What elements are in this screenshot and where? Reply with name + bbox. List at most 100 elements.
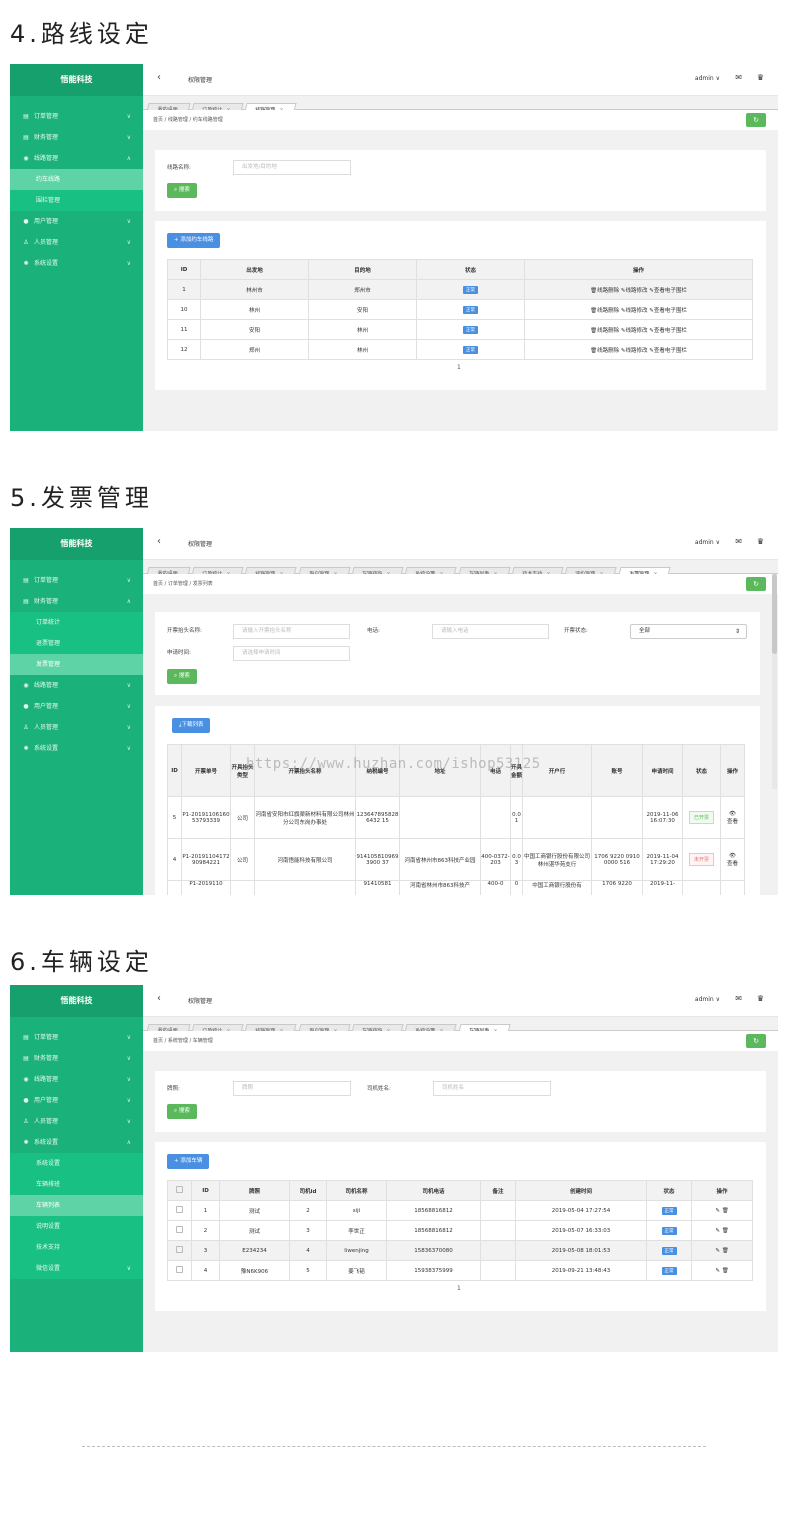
sidebar-item-invoices[interactable]: 发票管理 — [10, 654, 143, 675]
table-row[interactable]: 4 豫N6K906 5 姜飞韬 15938375999 2019-09-21 13:48:… — [167, 1260, 753, 1281]
table-row[interactable]: 11 安阳 林州 正常 🗑线路删除 ✎线路修改 ✎查看电子围栏 — [167, 319, 753, 340]
sidebar-item-staff[interactable]: ♙ 人员管理 ∨ — [10, 232, 143, 253]
sidebar-item-routes[interactable]: ◉ 线路管理 ∨ — [10, 675, 143, 696]
trash-icon[interactable]: 🗑 — [722, 1248, 729, 1254]
driver-name-input[interactable]: 司机姓名 — [433, 1081, 551, 1096]
sidebar-item-staff[interactable]: ♙ 人员管理 ∨ — [10, 717, 143, 738]
scrollbar-thumb[interactable] — [772, 574, 777, 654]
edit-icon[interactable]: ✎ — [715, 1268, 720, 1274]
pagination-page[interactable]: 1 — [457, 364, 461, 371]
sidebar-item-system-settings[interactable]: 系统设置 — [10, 1153, 143, 1174]
table-row[interactable]: 12 郑州 林州 正常 🗑线路删除 ✎线路修改 ✎查看电子围栏 — [167, 339, 753, 360]
table-row[interactable]: P1-2019110 91410581 河南省林州市863科技产 400-0 0 中国工商… — [167, 880, 745, 895]
sidebar-item-support[interactable]: 技术支持 — [10, 1237, 143, 1258]
apply-time-input[interactable]: 请选择申请时间 — [233, 646, 350, 661]
sidebar-item-finance[interactable]: ▤ 财务管理 ∧ — [10, 591, 143, 612]
sidebar-item-fence[interactable]: 围栏管理 — [10, 190, 143, 211]
row-checkbox[interactable] — [176, 1246, 183, 1253]
sidebar-item-finance[interactable]: ▤ 财务管理 ∨ — [10, 127, 143, 148]
delete-route-link[interactable]: 🗑线路删除 — [590, 288, 619, 294]
route-search-input[interactable]: 出发地/目的地 — [233, 160, 351, 175]
view-fence-link[interactable]: ✎查看电子围栏 — [649, 308, 687, 314]
edit-icon[interactable]: ✎ — [715, 1208, 720, 1214]
sidebar-item-instructions[interactable]: 说明设置 — [10, 1216, 143, 1237]
user-menu[interactable]: admin ∨ — [695, 996, 720, 1003]
sidebar-item-finance[interactable]: ▤ 财务管理 ∨ — [10, 1048, 143, 1069]
sidebar-item-users[interactable]: ● 用户管理 ∨ — [10, 211, 143, 232]
user-menu[interactable]: admin ∨ — [695, 75, 720, 82]
row-checkbox[interactable] — [176, 1226, 183, 1233]
view-fence-link[interactable]: ✎查看电子围栏 — [649, 348, 687, 354]
table-row[interactable]: 2 测试 3 李世正 18568816812 2019-05-07 16:33:03 正常 … — [167, 1220, 753, 1241]
refresh-icon[interactable]: ↻ — [746, 577, 766, 591]
view-fence-link[interactable]: ✎查看电子围栏 — [649, 328, 687, 334]
back-icon[interactable]: ‹ — [157, 536, 161, 547]
plate-input[interactable]: 牌照 — [233, 1081, 351, 1096]
mail-icon[interactable]: ✉ — [735, 537, 742, 546]
shirt-icon[interactable]: ♛ — [757, 73, 764, 82]
row-checkbox[interactable] — [176, 1206, 183, 1213]
edit-route-link[interactable]: ✎线路修改 — [621, 308, 648, 314]
invoice-state-select[interactable]: 全部 ⇕ — [630, 624, 747, 639]
shirt-icon[interactable]: ♛ — [757, 537, 764, 546]
delete-route-link[interactable]: 🗑线路删除 — [590, 328, 619, 334]
search-button[interactable]: ⌕ 搜索 — [167, 1104, 197, 1119]
view-fence-link[interactable]: ✎查看电子围栏 — [649, 288, 687, 294]
row-checkbox[interactable] — [176, 1266, 183, 1273]
table-row[interactable]: 10 林州 安阳 正常 🗑线路删除 ✎线路修改 ✎查看电子围栏 — [167, 299, 753, 320]
mail-icon[interactable]: ✉ — [735, 994, 742, 1003]
sidebar-item-routes[interactable]: ◉ 线路管理 ∧ — [10, 148, 143, 169]
view-link[interactable]: 👁 查看 — [720, 838, 745, 881]
table-row[interactable]: 5 P1-2019110616053793339 公司 河南省安阳市红旗渠新材料有限公… — [167, 796, 745, 839]
sidebar-item-car-routes[interactable]: 约车线路 — [10, 169, 143, 190]
add-route-button[interactable]: + 添加约车线路 — [167, 233, 221, 248]
phone-input[interactable]: 请输入电话 — [432, 624, 549, 639]
sidebar-item-users[interactable]: ● 用户管理 ∨ — [10, 1090, 143, 1111]
header-title[interactable]: 权限管理 — [188, 539, 212, 548]
mail-icon[interactable]: ✉ — [735, 73, 742, 82]
view-link[interactable]: 👁 查看 — [720, 796, 745, 839]
search-button[interactable]: ⌕ 搜索 — [167, 669, 197, 684]
trash-icon[interactable]: 🗑 — [722, 1208, 729, 1214]
user-menu[interactable]: admin ∨ — [695, 539, 720, 546]
edit-route-link[interactable]: ✎线路修改 — [621, 348, 648, 354]
header-title[interactable]: 权限管理 — [188, 75, 212, 84]
sidebar-item-settings[interactable]: ✺ 系统设置 ∧ — [10, 1132, 143, 1153]
refresh-icon[interactable]: ↻ — [746, 113, 766, 127]
shirt-icon[interactable]: ♛ — [757, 994, 764, 1003]
sidebar-item-vehicles[interactable]: 车辆列表 — [10, 1195, 143, 1216]
table-row[interactable]: 1 林州市 郑州市 正常 🗑线路删除 ✎线路修改 ✎查看电子围栏 — [167, 279, 753, 300]
header-title[interactable]: 权限管理 — [188, 996, 212, 1005]
table-row[interactable]: 1 测试 2 siji 18568816812 2019-05-04 17:27:54 正常… — [167, 1200, 753, 1221]
edit-icon[interactable]: ✎ — [715, 1228, 720, 1234]
scrollbar[interactable] — [772, 574, 777, 789]
search-button[interactable]: ⌕ 搜索 — [167, 183, 197, 198]
trash-icon[interactable]: 🗑 — [722, 1228, 729, 1234]
download-list-button[interactable]: ⤓下载列表 — [172, 718, 211, 733]
sidebar-item-users[interactable]: ● 用户管理 ∨ — [10, 696, 143, 717]
sidebar-item-schedule[interactable]: 车辆排班 — [10, 1174, 143, 1195]
edit-route-link[interactable]: ✎线路修改 — [621, 288, 648, 294]
sidebar-item-routes[interactable]: ◉ 线路管理 ∨ — [10, 1069, 143, 1090]
table-row[interactable]: 4 P1-2019110417290984221 公司 河南悟能科技有限公司 91410… — [167, 838, 745, 881]
select-all-checkbox[interactable] — [176, 1186, 183, 1193]
sidebar-item-refunds[interactable]: 退票管理 — [10, 633, 143, 654]
sidebar-item-settings[interactable]: ✺ 系统设置 ∨ — [10, 738, 143, 759]
sidebar-item-staff[interactable]: ♙ 人员管理 ∨ — [10, 1111, 143, 1132]
sidebar-item-settings[interactable]: ✺ 系统设置 ∨ — [10, 253, 143, 274]
sidebar-item-wechat[interactable]: 微信设置 ∨ — [10, 1258, 143, 1279]
edit-icon[interactable]: ✎ — [715, 1248, 720, 1254]
trash-icon[interactable]: 🗑 — [722, 1268, 729, 1274]
sidebar-item-orders[interactable]: ▤ 订单管理 ∨ — [10, 570, 143, 591]
back-icon[interactable]: ‹ — [157, 993, 161, 1004]
back-icon[interactable]: ‹ — [157, 72, 161, 83]
invoice-title-input[interactable]: 请输入开票抬头名称 — [233, 624, 350, 639]
sidebar-item-orders[interactable]: ▤ 订单管理 ∨ — [10, 1027, 143, 1048]
delete-route-link[interactable]: 🗑线路删除 — [590, 348, 619, 354]
edit-route-link[interactable]: ✎线路修改 — [621, 328, 648, 334]
delete-route-link[interactable]: 🗑线路删除 — [590, 308, 619, 314]
table-row[interactable]: 3 E234234 4 liwenjing 15836370080 2019-05-08 … — [167, 1240, 753, 1261]
sidebar-item-orders[interactable]: ▤ 订单管理 ∨ — [10, 106, 143, 127]
sidebar-item-order-stats[interactable]: 订单统计 — [10, 612, 143, 633]
add-vehicle-button[interactable]: + 添加车辆 — [167, 1154, 210, 1169]
